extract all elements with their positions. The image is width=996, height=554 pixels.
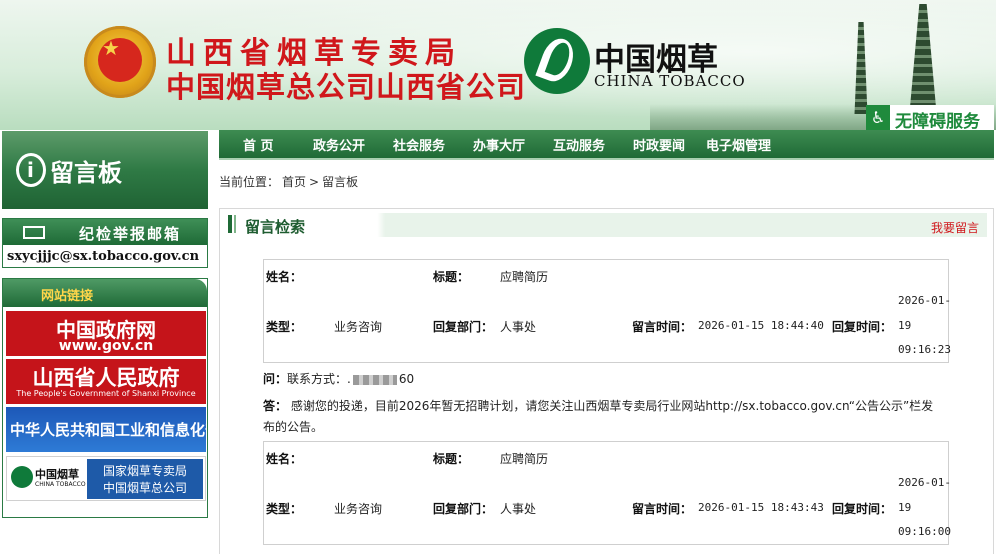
record-reply-date-a: 2026-01- [898, 476, 951, 489]
link-shanxi-gov-en: The People's Government of Shanxi Provin… [16, 389, 196, 398]
nav-e-cigarette[interactable]: 电子烟管理 [706, 135, 771, 154]
link-tobacco-line1: 国家烟草专卖局 [102, 464, 187, 478]
link-miit[interactable]: 中华人民共和国工业和信息化部 [6, 407, 206, 452]
record-type: 业务咨询 [334, 320, 383, 334]
question-suffix: 60 [398, 372, 415, 386]
envelope-icon [23, 226, 45, 239]
report-mailbox[interactable]: 纪检举报邮箱 sxycjjjc@sx.tobacco.gov.cn [2, 218, 208, 268]
section-title: 留言检索 [245, 218, 306, 236]
nav-interaction[interactable]: 互动服务 [553, 135, 605, 154]
website-links: 网站链接 中国政府网 www.gov.cn 山西省人民政府 The People… [2, 278, 208, 518]
record-msg-time: 2026-01-15 18:44:40 [698, 319, 824, 332]
sidebar-title: 留言板 [50, 159, 122, 187]
accessibility-button[interactable]: ♿ 无障碍服务 [866, 105, 994, 130]
link-tobacco[interactable]: 中国烟草 CHINA TOBACCO 国家烟草专卖局 中国烟草总公司 [6, 456, 206, 501]
link-tobacco-box: 国家烟草专卖局 中国烟草总公司 [87, 459, 203, 499]
accessibility-label: 无障碍服务 [895, 112, 980, 130]
link-tobacco-logo-cn: 中国烟草 [35, 468, 79, 481]
record-reply-date-b: 19 [898, 501, 912, 514]
info-icon: i [16, 153, 46, 187]
breadcrumb: 当前位置： 首页 > 留言板 [219, 173, 361, 190]
redacted-phone [352, 374, 397, 385]
record-reply-date-b: 19 [898, 319, 912, 332]
reply-dept-label: 回复部门： [433, 502, 494, 516]
reply-time-label: 回复时间： [832, 320, 893, 334]
answer-text-line1: 感谢您的投递，目前2026年暂无招聘计划，请您关注山西烟草专卖局行业网站http… [290, 399, 934, 413]
links-header: 网站链接 [3, 279, 207, 307]
link-tobacco-logo-en: CHINA TOBACCO [35, 481, 86, 488]
message-board-panel: 留言检索 我要留言 姓名： 标题： 应聘简历 类型： 业务咨询 回复部门： 人事… [219, 208, 994, 554]
wheelchair-icon: ♿ [866, 105, 890, 130]
link-tobacco-line2: 中国烟草总公司 [102, 481, 187, 495]
site-header: ★ 山西省烟草专卖局 中国烟草总公司山西省公司 中国烟草 CHINA TOBAC… [0, 0, 996, 130]
sidebar-title-banner: i 留言板 [2, 131, 208, 209]
type-label: 类型： [266, 320, 303, 334]
link-shanxi-gov[interactable]: 山西省人民政府 The People's Government of Shanx… [6, 359, 206, 404]
name-label: 姓名： [266, 452, 303, 466]
answer-label: 答： [263, 399, 288, 413]
record-type: 业务咨询 [334, 502, 383, 516]
breadcrumb-separator: > [309, 175, 320, 189]
nav-service-hall[interactable]: 办事大厅 [473, 135, 525, 154]
post-message-link[interactable]: 我要留言 [931, 219, 979, 236]
main-nav: 首 页 政务公开 社会服务 办事大厅 互动服务 时政要闻 电子烟管理 [219, 130, 994, 160]
record-msg-time: 2026-01-15 18:43:43 [698, 501, 824, 514]
nav-gov-affairs[interactable]: 政务公开 [313, 135, 365, 154]
type-label: 类型： [266, 502, 303, 516]
link-shanxi-gov-name: 山西省人民政府 [32, 366, 180, 390]
reply-dept-label: 回复部门： [433, 320, 494, 334]
record-reply-time: 09:16:00 [898, 525, 951, 538]
answer-block: 答： 感谢您的投递，目前2026年暂无招聘计划，请您关注山西烟草专卖局行业网站h… [263, 396, 963, 438]
record-reply-date-a: 2026-01- [898, 294, 951, 307]
section-header: 留言检索 我要留言 [225, 213, 987, 237]
mailbox-title: 纪检举报邮箱 [79, 225, 182, 243]
nav-news[interactable]: 时政要闻 [633, 135, 685, 154]
question-line: 问：联系方式：. 60 [263, 372, 415, 386]
title-label: 标题： [433, 270, 470, 284]
message-record: 姓名： 标题： 应聘简历 类型： 业务咨询 回复部门： 人事处 留言时间： 20… [263, 259, 951, 363]
link-gov-cn[interactable]: 中国政府网 www.gov.cn [6, 311, 206, 356]
breadcrumb-prefix: 当前位置： [219, 175, 280, 189]
record-reply-time: 09:16:23 [898, 343, 951, 356]
answer-text-line2: 布的公告。 [263, 420, 324, 434]
msg-time-label: 留言时间： [632, 320, 693, 334]
breadcrumb-current: 留言板 [322, 175, 359, 189]
china-tobacco-logo-icon [524, 28, 590, 94]
title-label: 标题： [433, 452, 470, 466]
brand-name-en: CHINA TOBACCO [594, 72, 746, 90]
question-label: 问： [263, 372, 288, 386]
mailbox-address[interactable]: sxycjjjc@sx.tobacco.gov.cn [7, 249, 199, 264]
record-title[interactable]: 应聘简历 [500, 268, 548, 285]
link-gov-cn-url: www.gov.cn [58, 338, 154, 354]
question-prefix: 联系方式： [287, 372, 348, 386]
reply-time-label: 回复时间： [832, 502, 893, 516]
link-miit-name: 中华人民共和国工业和信息化部 [10, 421, 206, 439]
msg-time-label: 留言时间： [632, 502, 693, 516]
record-reply-dept: 人事处 [500, 320, 537, 334]
name-label: 姓名： [266, 270, 303, 284]
links-title: 网站链接 [41, 289, 94, 304]
national-emblem-icon: ★ [84, 26, 156, 98]
breadcrumb-home[interactable]: 首页 [282, 175, 306, 189]
record-title[interactable]: 应聘简历 [500, 450, 548, 467]
nav-home[interactable]: 首 页 [243, 135, 274, 154]
nav-social-service[interactable]: 社会服务 [393, 135, 445, 154]
message-record: 姓名： 标题： 应聘简历 类型： 业务咨询 回复部门： 人事处 留言时间： 20… [263, 441, 951, 545]
org-name-line2: 中国烟草总公司山西省公司 [166, 70, 527, 104]
record-reply-dept: 人事处 [500, 502, 537, 516]
china-tobacco-logo-icon [11, 466, 33, 488]
